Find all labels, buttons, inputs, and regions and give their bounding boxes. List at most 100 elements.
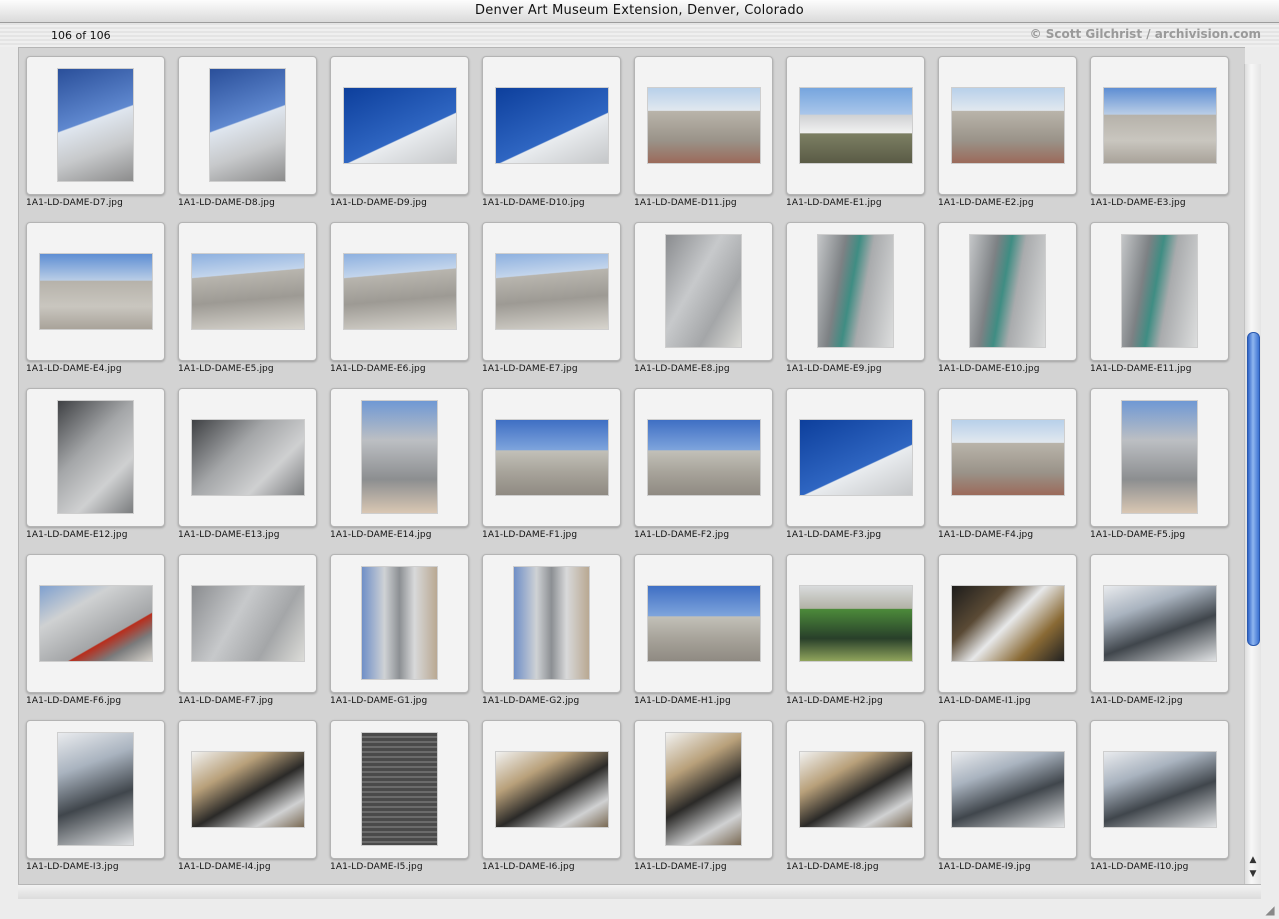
thumbnail-image[interactable]	[58, 69, 133, 181]
thumbnail-image[interactable]	[496, 420, 608, 495]
thumbnail-cell[interactable]: 1A1-LD-DAME-F3.jpg	[779, 382, 931, 548]
thumbnail-frame[interactable]	[482, 388, 621, 527]
thumbnail-image[interactable]	[514, 567, 589, 679]
thumbnail-cell[interactable]: 1A1-LD-DAME-F2.jpg	[627, 382, 779, 548]
thumbnail-image[interactable]	[800, 88, 912, 163]
thumbnail-frame[interactable]	[938, 720, 1077, 859]
thumbnail-frame[interactable]	[482, 720, 621, 859]
thumbnail-image[interactable]	[192, 752, 304, 827]
thumbnail-image[interactable]	[800, 586, 912, 661]
thumbnail-image[interactable]	[800, 752, 912, 827]
thumbnail-frame[interactable]	[330, 388, 469, 527]
thumbnail-frame[interactable]	[786, 720, 925, 859]
thumbnail-cell[interactable]: 1A1-LD-DAME-E3.jpg	[1083, 50, 1235, 216]
thumbnail-image[interactable]	[362, 567, 437, 679]
thumbnail-cell[interactable]: 1A1-LD-DAME-E9.jpg	[779, 216, 931, 382]
thumbnail-image[interactable]	[952, 420, 1064, 495]
scrollbar-thumb[interactable]	[1247, 332, 1260, 646]
scroll-down-icon[interactable]: ▼	[1247, 868, 1259, 880]
thumbnail-cell[interactable]: 1A1-LD-DAME-I10.jpg	[1083, 714, 1235, 880]
thumbnail-frame[interactable]	[786, 554, 925, 693]
thumbnail-image[interactable]	[362, 401, 437, 513]
thumbnail-frame[interactable]	[634, 222, 773, 361]
thumbnail-frame[interactable]	[26, 554, 165, 693]
thumbnail-cell[interactable]: 1A1-LD-DAME-I1.jpg	[931, 548, 1083, 714]
thumbnail-image[interactable]	[952, 586, 1064, 661]
thumbnail-frame[interactable]	[786, 388, 925, 527]
thumbnail-image[interactable]	[58, 733, 133, 845]
thumbnail-image[interactable]	[952, 88, 1064, 163]
thumbnail-image[interactable]	[210, 69, 285, 181]
thumbnail-image[interactable]	[40, 586, 152, 661]
thumbnail-image[interactable]	[496, 752, 608, 827]
thumbnail-image[interactable]	[192, 420, 304, 495]
thumbnail-cell[interactable]: 1A1-LD-DAME-I2.jpg	[1083, 548, 1235, 714]
thumbnail-cell[interactable]: 1A1-LD-DAME-F1.jpg	[475, 382, 627, 548]
thumbnail-image[interactable]	[1104, 752, 1216, 827]
thumbnail-image[interactable]	[192, 254, 304, 329]
thumbnail-cell[interactable]: 1A1-LD-DAME-E5.jpg	[171, 216, 323, 382]
thumbnail-frame[interactable]	[178, 56, 317, 195]
thumbnail-frame[interactable]	[330, 222, 469, 361]
thumbnail-cell[interactable]: 1A1-LD-DAME-F4.jpg	[931, 382, 1083, 548]
thumbnail-cell[interactable]: 1A1-LD-DAME-E14.jpg	[323, 382, 475, 548]
thumbnail-image[interactable]	[58, 401, 133, 513]
thumbnail-image[interactable]	[192, 586, 304, 661]
thumbnail-frame[interactable]	[330, 554, 469, 693]
thumbnail-cell[interactable]: 1A1-LD-DAME-F6.jpg	[19, 548, 171, 714]
thumbnail-image[interactable]	[344, 254, 456, 329]
thumbnail-frame[interactable]	[634, 720, 773, 859]
scroll-up-icon[interactable]: ▲	[1247, 854, 1259, 866]
thumbnail-cell[interactable]: 1A1-LD-DAME-E1.jpg	[779, 50, 931, 216]
thumbnail-frame[interactable]	[178, 720, 317, 859]
thumbnail-frame[interactable]	[26, 222, 165, 361]
thumbnail-cell[interactable]: 1A1-LD-DAME-D11.jpg	[627, 50, 779, 216]
thumbnail-image[interactable]	[496, 254, 608, 329]
thumbnail-cell[interactable]: 1A1-LD-DAME-G2.jpg	[475, 548, 627, 714]
thumbnail-cell[interactable]: 1A1-LD-DAME-D7.jpg	[19, 50, 171, 216]
thumbnail-frame[interactable]	[178, 388, 317, 527]
thumbnail-cell[interactable]: 1A1-LD-DAME-I9.jpg	[931, 714, 1083, 880]
thumbnail-cell[interactable]: 1A1-LD-DAME-G1.jpg	[323, 548, 475, 714]
thumbnail-frame[interactable]	[1090, 56, 1229, 195]
thumbnail-frame[interactable]	[938, 388, 1077, 527]
thumbnail-frame[interactable]	[482, 554, 621, 693]
thumbnail-image[interactable]	[40, 254, 152, 329]
thumbnail-image[interactable]	[1122, 235, 1197, 347]
thumbnail-cell[interactable]: 1A1-LD-DAME-I4.jpg	[171, 714, 323, 880]
thumbnail-frame[interactable]	[938, 554, 1077, 693]
thumbnail-frame[interactable]	[938, 222, 1077, 361]
thumbnail-frame[interactable]	[330, 720, 469, 859]
thumbnail-frame[interactable]	[330, 56, 469, 195]
thumbnail-image[interactable]	[800, 420, 912, 495]
thumbnail-image[interactable]	[952, 752, 1064, 827]
thumbnail-frame[interactable]	[26, 388, 165, 527]
thumbnail-cell[interactable]: 1A1-LD-DAME-E12.jpg	[19, 382, 171, 548]
thumbnail-image[interactable]	[648, 420, 760, 495]
thumbnail-image[interactable]	[648, 88, 760, 163]
thumbnail-frame[interactable]	[178, 554, 317, 693]
thumbnail-image[interactable]	[970, 235, 1045, 347]
thumbnail-frame[interactable]	[1090, 222, 1229, 361]
thumbnail-cell[interactable]: 1A1-LD-DAME-E7.jpg	[475, 216, 627, 382]
thumbnail-image[interactable]	[1104, 88, 1216, 163]
thumbnail-cell[interactable]: 1A1-LD-DAME-I3.jpg	[19, 714, 171, 880]
thumbnail-frame[interactable]	[634, 388, 773, 527]
thumbnail-cell[interactable]: 1A1-LD-DAME-I8.jpg	[779, 714, 931, 880]
thumbnail-image[interactable]	[362, 733, 437, 845]
thumbnail-frame[interactable]	[26, 56, 165, 195]
thumbnail-cell[interactable]: 1A1-LD-DAME-E8.jpg	[627, 216, 779, 382]
thumbnail-frame[interactable]	[1090, 720, 1229, 859]
thumbnail-image[interactable]	[1104, 586, 1216, 661]
thumbnail-frame[interactable]	[634, 56, 773, 195]
thumbnail-cell[interactable]: 1A1-LD-DAME-D10.jpg	[475, 50, 627, 216]
thumbnail-cell[interactable]: 1A1-LD-DAME-D8.jpg	[171, 50, 323, 216]
resize-grip-icon[interactable]: ◢	[1263, 903, 1277, 917]
thumbnail-image[interactable]	[344, 88, 456, 163]
thumbnail-frame[interactable]	[26, 720, 165, 859]
thumbnail-cell[interactable]: 1A1-LD-DAME-F5.jpg	[1083, 382, 1235, 548]
thumbnail-frame[interactable]	[482, 222, 621, 361]
thumbnail-cell[interactable]: 1A1-LD-DAME-E6.jpg	[323, 216, 475, 382]
thumbnail-image[interactable]	[648, 586, 760, 661]
thumbnail-image[interactable]	[666, 733, 741, 845]
